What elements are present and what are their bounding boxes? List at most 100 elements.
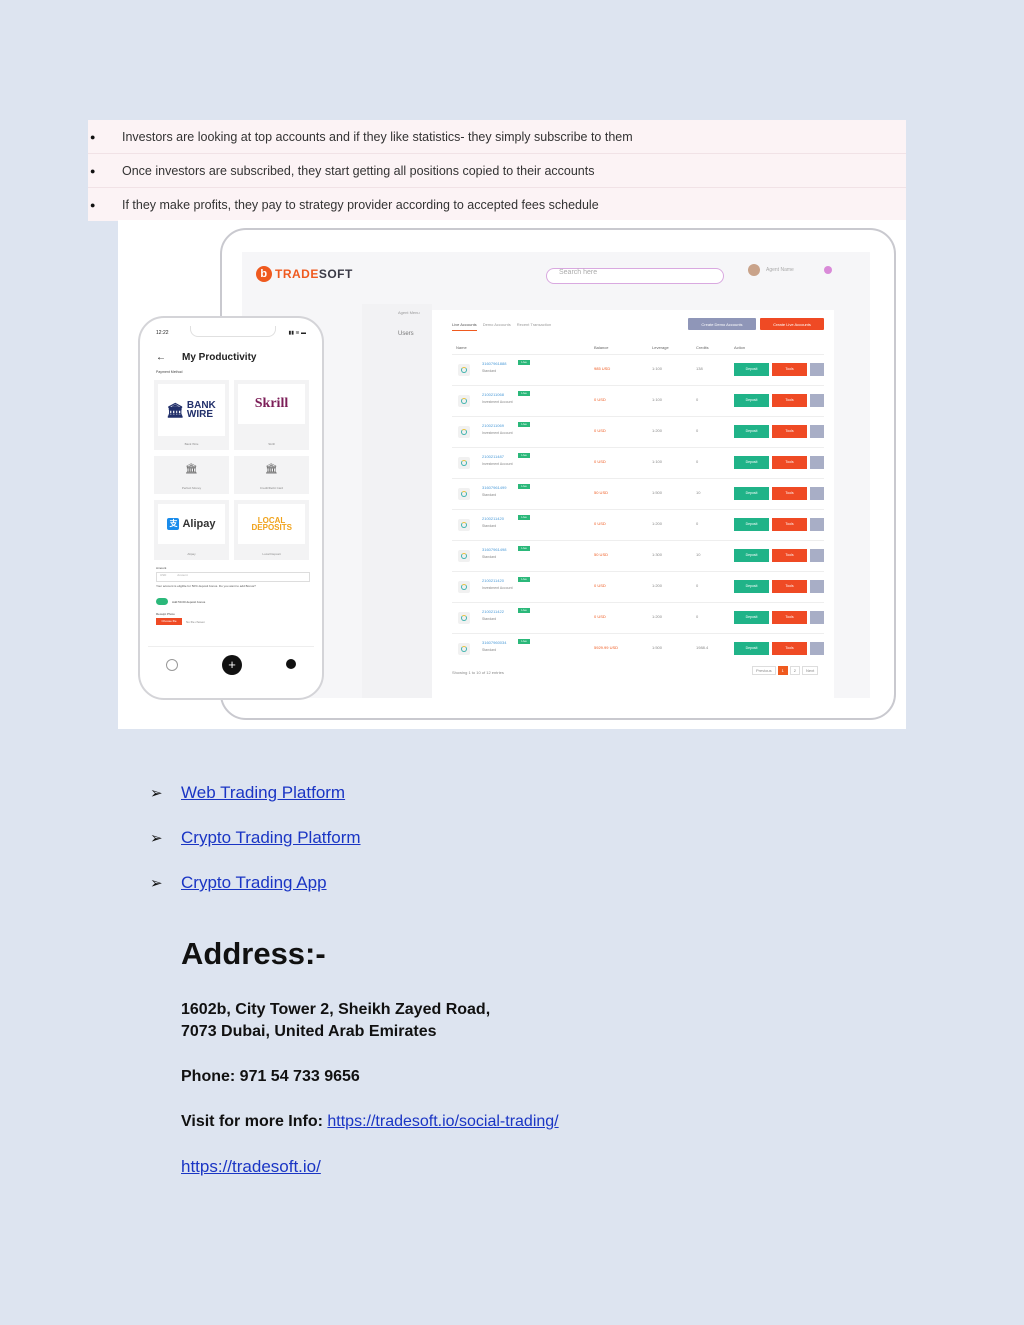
gear-icon	[810, 580, 824, 593]
tools-button: Tools	[772, 394, 807, 407]
bank-icon: 🏛	[185, 463, 198, 475]
platform-links: ➢ Web Trading Platform ➢ Crypto Trading …	[150, 778, 361, 913]
tile-caption: Alipay	[187, 552, 196, 556]
tab-live-accounts: Live Accounts	[452, 322, 477, 331]
account-type: Standard	[482, 648, 497, 652]
account-icon	[458, 612, 470, 624]
live-badge: Live	[518, 453, 530, 458]
bullet-item: ● Once investors are subscribed, they st…	[88, 154, 906, 188]
no-file-text: No file chosen	[186, 620, 206, 624]
account-number: 2100211487	[482, 454, 504, 459]
phone-status-icons: ▮▮ ≋ ▬	[288, 330, 306, 336]
balance-value: 0 USD	[594, 459, 606, 464]
tools-button: Tools	[772, 642, 807, 655]
alipay-logo: 支 Alipay	[167, 518, 216, 530]
accounts-table-panel: Live Accounts Demo Accounts Recent Trans…	[432, 310, 834, 698]
account-number: 2100211420	[482, 578, 504, 583]
account-type: Standard	[482, 555, 497, 559]
tile-caption: Credit/Debit Card	[259, 486, 284, 490]
tab-recent-transaction: Recent Transaction	[516, 322, 552, 327]
bank-building-icon: 🏛	[166, 401, 184, 418]
tab-demo-accounts: Demo Accounts	[482, 322, 511, 327]
table-row: 31607960034 Live Standard 5929.99 USD 1:500 1…	[452, 633, 824, 665]
leverage-value: 1:200	[652, 583, 663, 588]
leverage-value: 1:500	[652, 490, 663, 495]
balance-value: 0 USD	[594, 521, 606, 526]
gear-icon	[810, 394, 824, 407]
credits-value: 0	[696, 459, 699, 464]
account-icon	[458, 457, 470, 469]
col-leverage: Leverage	[652, 345, 669, 350]
account-number: 2100211069	[482, 423, 504, 428]
account-type: Standard	[482, 524, 497, 528]
credits-value: 0	[696, 521, 699, 526]
gear-icon	[810, 363, 824, 376]
tile-caption: Skrill	[268, 442, 275, 446]
table-row: 31607961499 Live Standard 50 USD 1:500 10 Depo…	[452, 478, 824, 510]
tools-button: Tools	[772, 518, 807, 531]
crypto-trading-platform-link[interactable]: Crypto Trading Platform	[181, 823, 361, 853]
list-item: ➢ Crypto Trading App	[150, 868, 361, 913]
web-trading-platform-link[interactable]: Web Trading Platform	[181, 778, 345, 808]
leverage-value: 1:100	[652, 397, 663, 402]
arrow-bullet-icon: ➢	[150, 784, 163, 802]
bonus-toggle	[156, 598, 168, 605]
amount-placeholder: Amount	[177, 573, 188, 577]
product-screenshot-image: b TRADE SOFT Search here Agent Name Agen…	[118, 220, 906, 729]
skrill-logo: Skrill	[254, 396, 289, 411]
leverage-value: 1:200	[652, 521, 663, 526]
pager-page-1: 1	[777, 666, 788, 675]
balance-value: 985 USD	[594, 366, 611, 371]
deposit-button: Deposit	[734, 394, 769, 407]
deposit-button: Deposit	[734, 425, 769, 438]
account-number: 2100211422	[482, 609, 504, 614]
tools-button: Tools	[772, 425, 807, 438]
back-arrow-icon: ←	[156, 352, 166, 363]
table-entries-info: Showing 1 to 10 of 12 entries	[452, 670, 504, 675]
account-type: Investment Account	[482, 400, 513, 404]
laptop-screen: b TRADE SOFT Search here Agent Name Agen…	[242, 252, 870, 698]
tile-caption: Local Deposit	[262, 552, 281, 556]
col-credits: Credits	[696, 345, 709, 350]
pager-page-2: 2	[789, 666, 801, 675]
payment-tile-card: 🏛 Credit/Debit Card	[234, 456, 309, 494]
live-badge: Live	[518, 515, 530, 520]
deposit-button: Deposit	[734, 487, 769, 500]
phone-frame: 12:22 ▮▮ ≋ ▬ ← My Productivity Payment M…	[138, 316, 324, 700]
crypto-trading-app-link[interactable]: Crypto Trading App	[181, 868, 327, 898]
pager-previous: Previous	[752, 666, 776, 675]
leverage-value: 1:100	[652, 366, 663, 371]
plus-icon: +	[222, 655, 242, 675]
credits-value: 0	[696, 397, 699, 402]
alipay-text: Alipay	[182, 518, 216, 530]
table-row: 31607961888 Live Standard 985 USD 1:100 138 De…	[452, 354, 824, 386]
tradesoft-home-link[interactable]: https://tradesoft.io/	[181, 1157, 321, 1177]
credits-value: 0	[696, 614, 699, 619]
logo-mark-icon: b	[256, 266, 272, 282]
live-badge: Live	[518, 546, 530, 551]
col-name: Name	[456, 345, 467, 350]
notification-icon	[824, 266, 832, 274]
phone-page-title: My Productivity	[182, 352, 257, 363]
address-heading: Address:-	[181, 936, 326, 971]
gear-icon	[810, 518, 824, 531]
account-type: Investment Account	[482, 462, 513, 466]
leverage-value: 1:200	[652, 428, 663, 433]
account-icon	[458, 643, 470, 655]
account-type: Standard	[482, 369, 497, 373]
leverage-value: 1:200	[652, 614, 663, 619]
leverage-value: 1:500	[652, 645, 663, 650]
agent-name: Agent Name	[766, 267, 794, 273]
social-trading-link[interactable]: https://tradesoft.io/social-trading/	[327, 1113, 558, 1130]
deposit-button: Deposit	[734, 642, 769, 655]
balance-value: 0 USD	[594, 614, 606, 619]
payment-tile-local-deposit: LOCAL DEPOSITS Local Deposit	[234, 500, 309, 560]
create-demo-accounts-button: Create Demo Accounts	[688, 318, 756, 330]
amount-currency: USD	[160, 573, 167, 577]
bullet-dot-icon: ●	[90, 131, 96, 142]
balance-value: 50 USD	[594, 490, 609, 495]
alipay-icon: 支	[167, 518, 180, 530]
live-badge: Live	[518, 608, 530, 613]
payment-tile-perfect-money: 🏛 Perfect Money	[154, 456, 229, 494]
avatar	[748, 264, 760, 276]
